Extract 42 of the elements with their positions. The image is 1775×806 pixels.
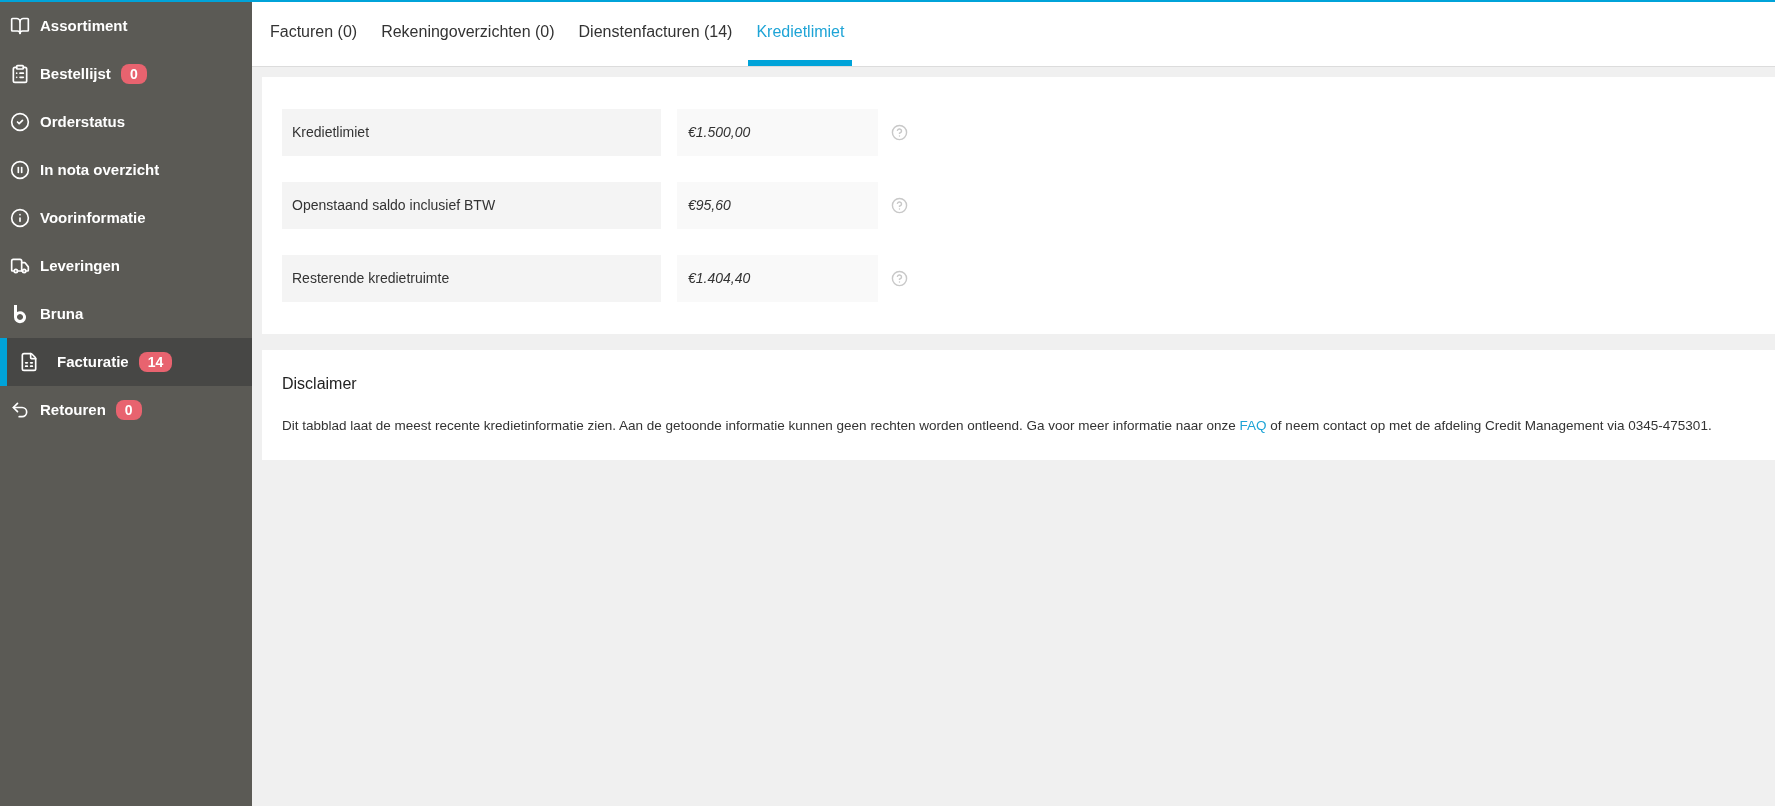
sidebar-item[interactable]: Bruna xyxy=(0,290,252,338)
count-badge: 14 xyxy=(138,352,173,372)
credit-label: Resterende kredietruimte xyxy=(282,255,661,302)
invoice-icon xyxy=(19,352,39,372)
sidebar-item-label: Leveringen xyxy=(40,255,121,276)
truck-icon xyxy=(10,256,30,276)
pause-icon xyxy=(10,160,30,180)
count-badge: 0 xyxy=(115,400,142,420)
sidebar-item[interactable]: Assortiment xyxy=(0,2,252,50)
sidebar-item-label: In nota overzicht xyxy=(40,159,160,180)
help-icon[interactable] xyxy=(891,124,908,141)
count-badge: 0 xyxy=(120,64,147,84)
disclaimer-text: Dit tabblad laat de meest recente kredietinformatie zien. Aan de getoonde informatie kunnen geen rechten worden ontleend. Ga voor meer informatie naar onze FAQ of neem contact op met de afdeling Credit Management via 0345-475301. xyxy=(282,417,1713,435)
tab[interactable]: Rekeningoverzichten (0) xyxy=(373,20,563,66)
info-icon xyxy=(10,208,30,228)
sidebar-item[interactable]: Facturatie 14 xyxy=(0,338,252,386)
sidebar-item-label: Voorinformatie xyxy=(40,207,146,228)
help-icon[interactable] xyxy=(891,270,908,287)
sidebar-item[interactable]: Voorinformatie xyxy=(0,194,252,242)
disclaimer-title: Disclaimer xyxy=(282,374,358,394)
credit-value: €1.500,00 xyxy=(677,109,878,156)
sidebar-item-label: Bestellijst xyxy=(40,63,111,84)
credit-value: €95,60 xyxy=(677,182,878,229)
help-icon[interactable] xyxy=(891,197,908,214)
sidebar-item[interactable]: In nota overzicht xyxy=(0,146,252,194)
return-icon xyxy=(10,400,30,420)
credit-label: Openstaand saldo inclusief BTW xyxy=(282,182,661,229)
sidebar-item[interactable]: Orderstatus xyxy=(0,98,252,146)
sidebar-item-label: Assortiment xyxy=(40,15,128,36)
check-circle-icon xyxy=(10,112,30,132)
sidebar-item-label: Orderstatus xyxy=(40,111,126,132)
tab[interactable]: Dienstenfacturen (14) xyxy=(570,20,741,66)
sidebar-item[interactable]: Leveringen xyxy=(0,242,252,290)
sidebar-item-label: Retouren xyxy=(40,399,106,420)
sidebar-item-label: Facturatie xyxy=(57,351,129,372)
credit-label: Kredietlimiet xyxy=(282,109,661,156)
tab[interactable]: Facturen (0) xyxy=(262,20,366,66)
credit-value: €1.404,40 xyxy=(677,255,878,302)
sidebar-item[interactable]: Retouren 0 xyxy=(0,386,252,434)
sidebar-item[interactable]: Bestellijst 0 xyxy=(0,50,252,98)
clipboard-icon xyxy=(10,64,30,84)
sidebar-item-label: Bruna xyxy=(40,303,84,324)
